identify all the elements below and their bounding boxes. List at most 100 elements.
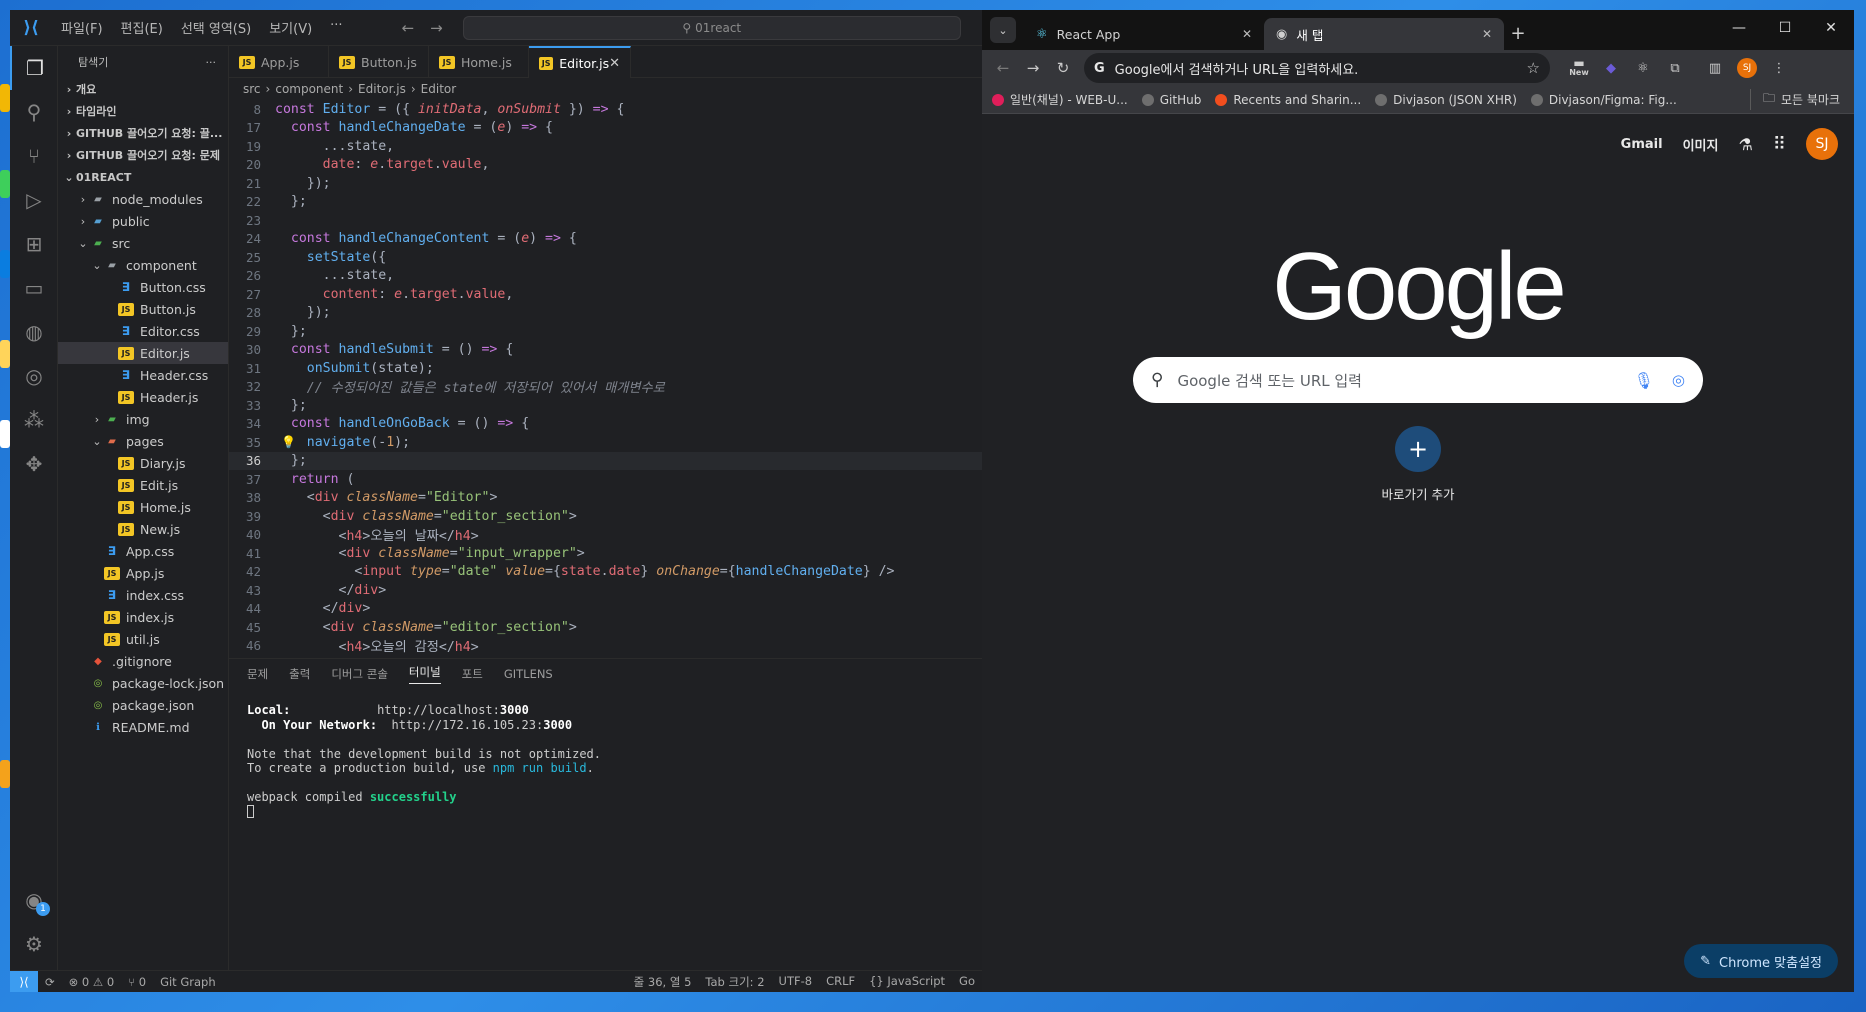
chrome-menu-kebab-icon[interactable]: ⋮ [1764, 53, 1794, 83]
back-arrow-icon[interactable]: ← [988, 53, 1018, 83]
tree-item[interactable]: JS Home.js [58, 496, 228, 518]
desktop-shortcut-icon[interactable] [0, 84, 10, 112]
go-live-status[interactable]: Go [952, 974, 982, 990]
close-tab-icon[interactable]: ✕ [1242, 27, 1252, 41]
reload-icon[interactable]: ↻ [1048, 53, 1078, 83]
panel-tab[interactable]: 디버그 콘솔 [331, 666, 388, 682]
panel-tab[interactable]: 출력 [289, 666, 310, 682]
tab-search-chevron-icon[interactable]: ⌄ [990, 17, 1016, 43]
tree-item[interactable]: JS Header.js [58, 386, 228, 408]
tree-item[interactable]: JS App.js [58, 562, 228, 584]
panel-tab[interactable]: GITLENS [504, 667, 553, 681]
tree-item[interactable]: ∃ Header.css [58, 364, 228, 386]
new-tab-plus-icon[interactable]: + [1504, 19, 1532, 47]
desktop-shortcut-icon[interactable] [0, 250, 10, 278]
maximize-icon[interactable]: ☐ [1762, 10, 1808, 46]
omnibox[interactable]: G Google에서 검색하거나 URL을 입력하세요. ☆ [1084, 53, 1550, 83]
tree-item[interactable]: ⌄ ▰ src [58, 232, 228, 254]
editor-tab[interactable]: JS Home.js [429, 46, 529, 78]
gmail-link[interactable]: Gmail [1621, 137, 1663, 152]
run-debug-icon[interactable]: ▷ [10, 178, 58, 222]
settings-gear-icon[interactable]: ⚙ [10, 922, 58, 966]
desktop-shortcut-icon[interactable] [0, 170, 10, 198]
gitlens-icon[interactable]: ◎ [10, 354, 58, 398]
tree-item[interactable]: ∃ index.css [58, 584, 228, 606]
tree-item[interactable]: ∃ Editor.css [58, 320, 228, 342]
git-graph-icon[interactable]: ◍ [10, 310, 58, 354]
tools-icon[interactable]: ✥ [10, 442, 58, 486]
source-control-icon[interactable]: ⑂ [10, 134, 58, 178]
tree-item[interactable]: › ▰ node_modules [58, 188, 228, 210]
tree-item[interactable]: ⌄ ▰ pages [58, 430, 228, 452]
explorer-section[interactable]: › 타임라인 [58, 100, 228, 122]
tree-item[interactable]: ◎ package.json [58, 694, 228, 716]
tree-item[interactable]: ∃ App.css [58, 540, 228, 562]
terminal-output[interactable]: Local: http://localhost:3000 On Your Net… [229, 689, 982, 835]
extension-react-devtools-icon[interactable]: ⚛ [1628, 53, 1658, 83]
desktop-shortcut-icon[interactable] [0, 420, 10, 448]
breadcrumb-item[interactable]: src [243, 82, 261, 96]
customize-chrome-button[interactable]: ✎ Chrome 맞춤설정 [1684, 944, 1838, 978]
side-panel-icon[interactable]: ▥ [1700, 53, 1730, 83]
browser-tab[interactable]: ⚛ React App ✕ [1024, 18, 1264, 50]
explorer-section[interactable]: ⌄ 01REACT [58, 166, 228, 188]
tree-item[interactable]: ◎ package-lock.json [58, 672, 228, 694]
encoding[interactable]: UTF-8 [772, 974, 820, 990]
menu-item[interactable]: 편집(E) [112, 18, 172, 37]
desktop-shortcut-icon[interactable] [0, 760, 10, 788]
bookmark-item[interactable]: GitHub [1141, 91, 1201, 108]
git-graph-status[interactable]: Git Graph [153, 975, 223, 989]
browser-tab[interactable]: ◉ 새 탭 ✕ [1264, 18, 1504, 50]
images-link[interactable]: 이미지 [1683, 135, 1719, 154]
panel-tab[interactable]: 터미널 [408, 664, 441, 684]
more-actions-icon[interactable]: ··· [206, 56, 217, 69]
tree-item[interactable]: › ▰ img [58, 408, 228, 430]
menu-item[interactable]: 선택 영역(S) [172, 18, 260, 37]
bookmark-item[interactable]: Recents and Sharin... [1215, 91, 1361, 108]
tree-item[interactable]: ◆ .gitignore [58, 650, 228, 672]
bookmark-item[interactable]: 일반(채널) - WEB-U... [992, 91, 1128, 108]
end-of-line[interactable]: CRLF [819, 974, 862, 990]
remote-indicator-icon[interactable]: ⟩⟨ [10, 970, 38, 992]
explorer-section[interactable]: › 개요 [58, 78, 228, 100]
all-bookmarks[interactable]: 🗀 모든 북마크 [1749, 89, 1840, 110]
editor-tab[interactable]: JS Button.js [329, 46, 429, 78]
ports-status[interactable]: ⑂ 0 [121, 975, 153, 989]
bookmark-item[interactable]: Divjason (JSON XHR) [1375, 91, 1517, 108]
add-shortcut-plus-icon[interactable]: + [1395, 426, 1441, 472]
google-apps-grid-icon[interactable]: ⠿ [1773, 134, 1786, 155]
voice-search-mic-icon[interactable]: 🎙 [1634, 371, 1654, 390]
problems-status[interactable]: ⊗ 0 ⚠ 0 [62, 975, 122, 989]
tree-item[interactable]: JS index.js [58, 606, 228, 628]
menu-item[interactable]: 보기(V) [260, 18, 321, 37]
command-center[interactable]: ⚲ 01react [462, 15, 961, 40]
google-search-box[interactable]: ⚲ Google 검색 또는 URL 입력 🎙 ◎ [1133, 357, 1703, 403]
bookmark-item[interactable]: Divjason/Figma: Fig... [1530, 91, 1677, 108]
remote-explorer-icon[interactable]: ▭ [10, 266, 58, 310]
tree-item[interactable]: JS util.js [58, 628, 228, 650]
tree-item[interactable]: ⌄ ▰ component [58, 254, 228, 276]
figma-icon[interactable]: ⁂ [10, 398, 58, 442]
lightbulb-icon[interactable]: 💡 [281, 435, 296, 449]
explorer-icon[interactable]: ❐ [10, 46, 58, 90]
back-arrow-icon[interactable]: ← [402, 19, 415, 37]
explorer-section[interactable]: › GITHUB 끌어오기 요청: 문제 [58, 144, 228, 166]
forward-arrow-icon[interactable]: → [430, 19, 443, 37]
tab-size[interactable]: Tab 크기: 2 [698, 974, 771, 990]
labs-flask-icon[interactable]: ⚗ [1738, 135, 1752, 154]
tree-item[interactable]: ∃ Button.css [58, 276, 228, 298]
close-tab-icon[interactable]: ✕ [1482, 27, 1492, 41]
extension-diamond-icon[interactable]: ◆ [1596, 53, 1626, 83]
code-editor[interactable]: 8 const Editor = ({ initData, onSubmit })… [229, 100, 982, 658]
tree-item[interactable]: JS New.js [58, 518, 228, 540]
panel-tab[interactable]: 문제 [247, 666, 268, 682]
sync-icon[interactable]: ⟳ [38, 975, 62, 989]
minimize-icon[interactable]: — [1716, 10, 1762, 46]
tree-item[interactable]: JS Diary.js [58, 452, 228, 474]
tree-item[interactable]: › ▰ public [58, 210, 228, 232]
breadcrumb-item[interactable]: Editor [421, 82, 457, 96]
tree-item[interactable]: JS Editor.js [58, 342, 228, 364]
extension-new-icon[interactable]: ▬ New [1564, 53, 1594, 83]
profile-button[interactable]: SJ [1732, 53, 1762, 83]
extensions-puzzle-icon[interactable]: ⧉ [1660, 53, 1690, 83]
